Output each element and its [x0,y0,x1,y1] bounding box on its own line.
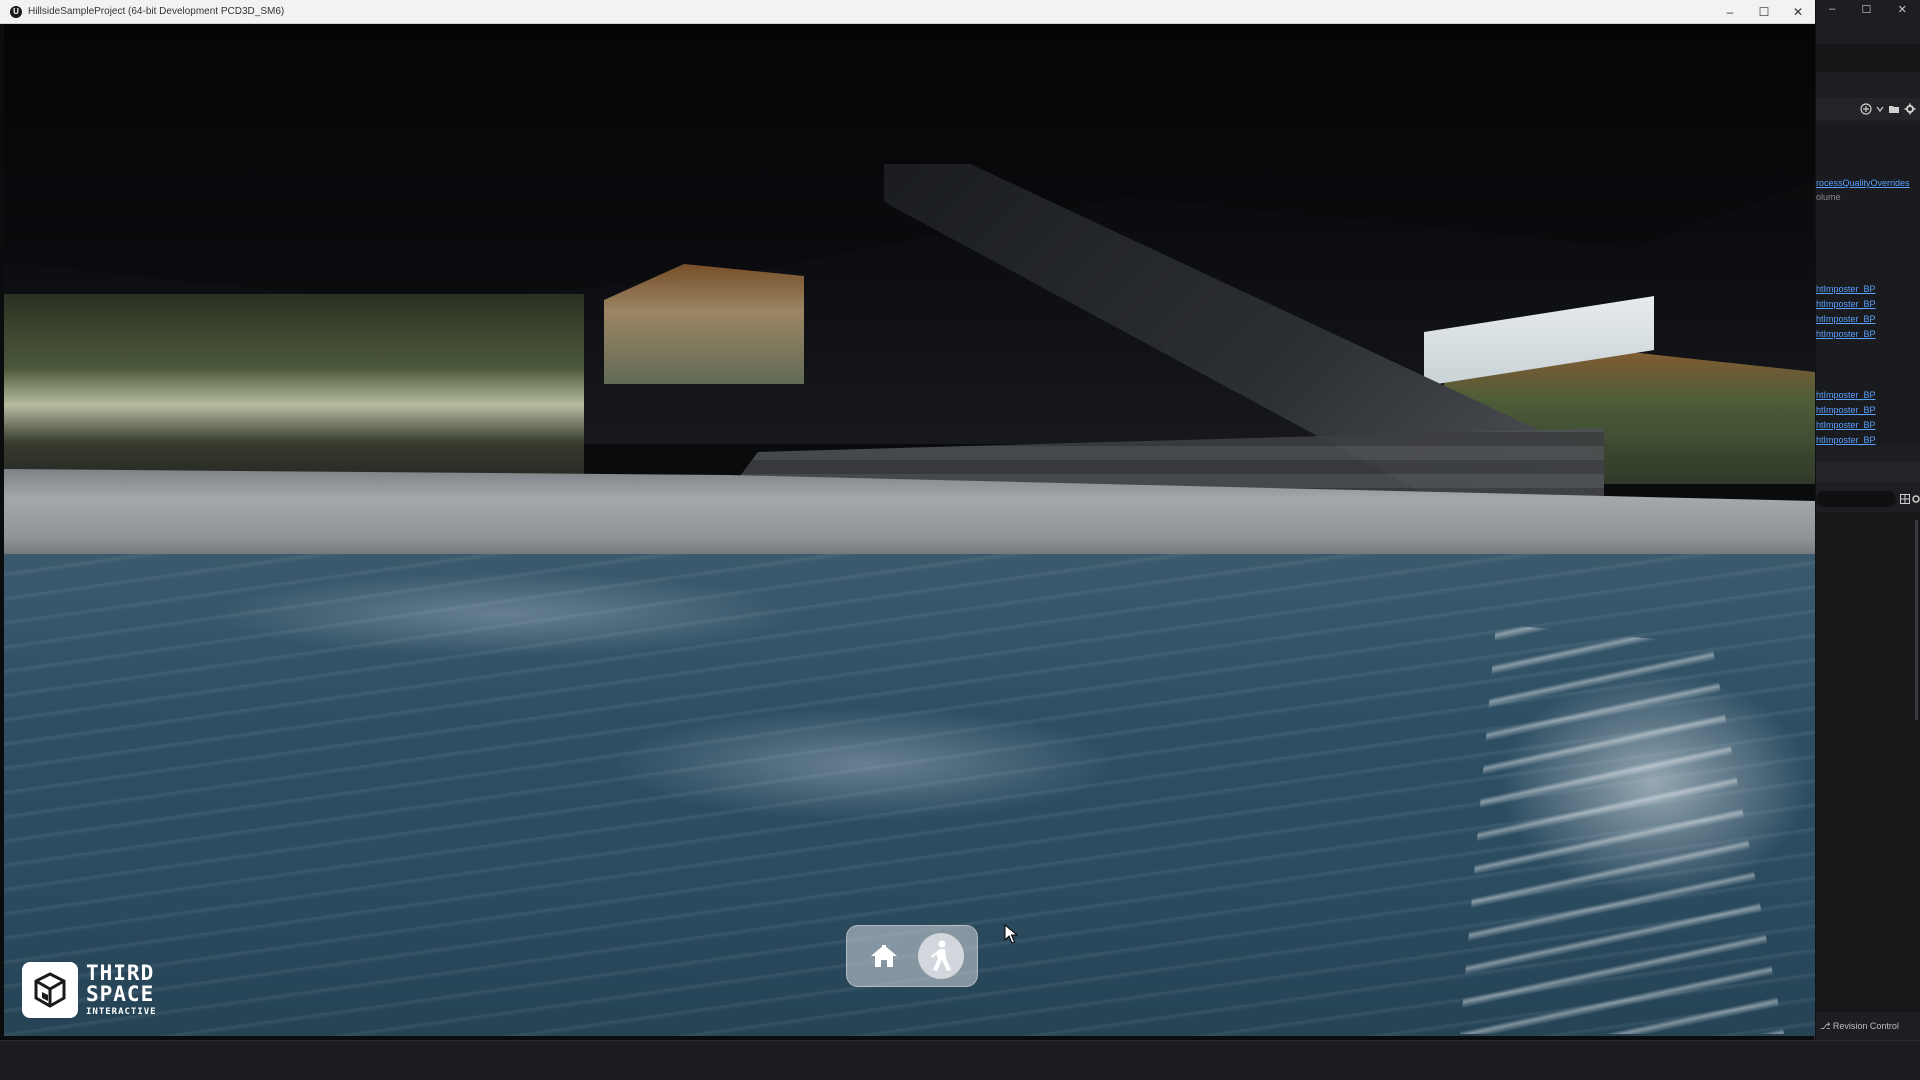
cube-logo-icon [34,972,66,1008]
logo-line-third: THIRD [86,961,155,985]
outliner-row[interactable]: htImposter_BP [1816,297,1920,311]
game-viewport[interactable]: THIRD SPACE INTERACTIVE [4,24,1815,1036]
editor-maximize-button[interactable]: ☐ [1862,3,1872,16]
os-taskbar [0,1040,1920,1080]
home-icon [870,945,897,967]
outliner-row[interactable]: htImposter_BP [1816,403,1920,417]
editor-window-controls: – ☐ ✕ [1816,0,1920,18]
outliner-row[interactable]: olume [1816,190,1920,204]
outliner-row[interactable]: htImposter_BP [1816,388,1920,402]
unreal-engine-icon: U [10,5,22,18]
revision-control-status[interactable]: ⎇ Revision Control [1816,1018,1920,1034]
title-bar[interactable]: U HillsideSampleProject (64-bit Developm… [0,0,1815,24]
third-space-logo: THIRD SPACE INTERACTIVE [22,962,157,1018]
outliner-row[interactable]: htImposter_BP [1816,327,1920,341]
foliage-left [4,294,584,479]
window-controls: – ☐ ✕ [1713,0,1815,24]
close-button[interactable]: ✕ [1781,0,1815,24]
walk-icon [930,940,951,971]
outliner-row[interactable]: htImposter_BP [1816,433,1920,447]
grid-view-icon[interactable] [1900,494,1910,504]
details-search-input[interactable] [1816,491,1896,507]
logo-line-space: SPACE [86,982,155,1006]
maximize-button[interactable]: ☐ [1747,0,1781,24]
home-button[interactable] [861,933,907,979]
editor-minimize-button[interactable]: – [1829,3,1835,15]
mouse-cursor-icon [1004,924,1018,944]
settings-icon[interactable] [1912,494,1920,504]
revision-control-label: Revision Control [1832,1021,1899,1031]
add-filter-icon[interactable] [1860,103,1872,115]
chevron-down-icon[interactable] [1876,105,1884,113]
details-panel [1816,512,1920,1012]
walk-mode-button[interactable] [917,933,964,979]
window-title: HillsideSampleProject (64-bit Developmen… [28,6,285,17]
outliner-list: rocessQualityOverrides olume htImposter_… [1816,124,1920,446]
game-window: U HillsideSampleProject (64-bit Developm… [0,0,1815,1040]
folder-add-icon[interactable] [1888,103,1900,115]
editor-toolbar-area [1816,44,1920,72]
outliner-row[interactable]: htImposter_BP [1816,312,1920,326]
outliner-row[interactable]: htImposter_BP [1816,418,1920,432]
editor-close-button[interactable]: ✕ [1898,3,1907,16]
logo-text: THIRD SPACE INTERACTIVE [86,963,157,1017]
outliner-toolbar [1816,98,1920,120]
minimize-button[interactable]: – [1713,0,1747,24]
outliner-row[interactable]: htImposter_BP [1816,282,1920,296]
logo-line-interactive: INTERACTIVE [86,1007,157,1017]
branch-icon: ⎇ [1820,1021,1833,1031]
gear-icon[interactable] [1904,103,1916,115]
outliner-row[interactable]: rocessQualityOverrides [1816,176,1920,190]
details-header [1816,462,1920,482]
logo-mark [22,962,78,1018]
editor-background-panel: – ☐ ✕ rocessQualityOverrides olume htImp… [1816,0,1920,1040]
details-scrollbar[interactable] [1915,520,1918,720]
navigation-toolbar [846,925,978,987]
